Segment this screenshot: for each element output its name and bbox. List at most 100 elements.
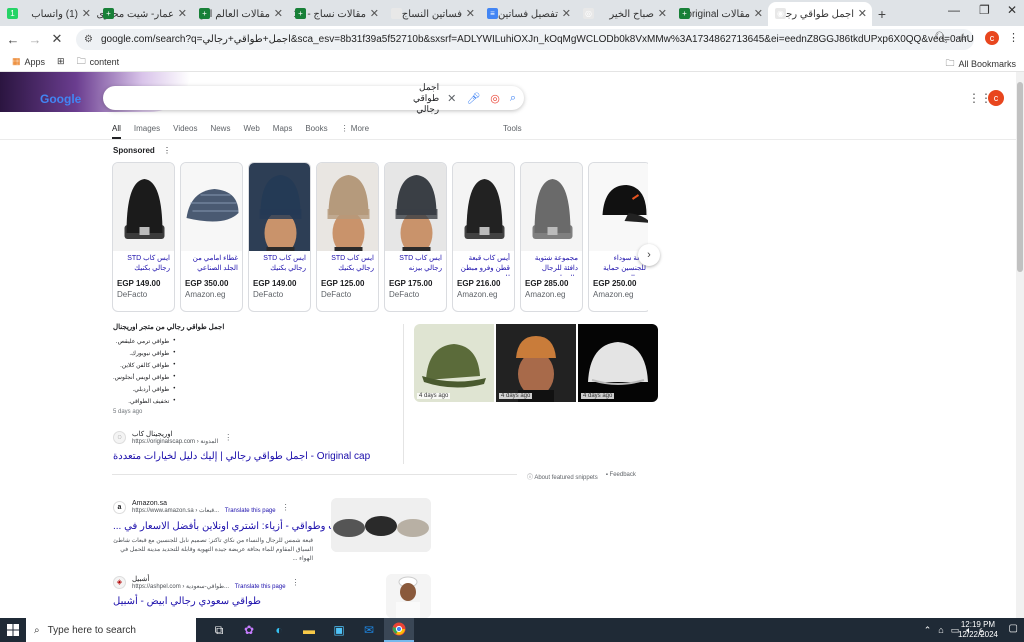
result-title-link[interactable]: طواقي سعودي رجالي ابيض - أشبيل bbox=[113, 596, 261, 607]
page-scrollbar[interactable] bbox=[1016, 72, 1024, 618]
filter-tab[interactable]: Web bbox=[243, 124, 259, 139]
new-tab-button[interactable]: + bbox=[872, 2, 892, 26]
product-card[interactable]: أيس كاب قبعة قطن وفرو مبطن للجنسين EGP 21… bbox=[452, 162, 515, 312]
menu-dots-icon[interactable]: ⋮ bbox=[1008, 31, 1019, 44]
profile-avatar[interactable]: c bbox=[985, 31, 999, 45]
tab-close-icon[interactable]: ✕ bbox=[274, 7, 283, 20]
product-card[interactable]: ايس كاب STD رجالي بكنيك EGP 125.00 DeFacto bbox=[316, 162, 379, 312]
more-options-icon[interactable]: ⋮ bbox=[282, 503, 290, 512]
product-store: Amazon.eg bbox=[185, 290, 226, 299]
tab-close-icon[interactable]: ✕ bbox=[562, 7, 571, 20]
tab-close-icon[interactable]: ✕ bbox=[858, 7, 867, 20]
zoom-icon[interactable]: 🔍︎ bbox=[934, 31, 948, 44]
browser-tab[interactable]: ≡ تفصيل فساتين ا ✕ bbox=[480, 2, 576, 26]
clock[interactable]: 12:19 PM 12/22/2024 bbox=[958, 620, 998, 640]
result-site-row[interactable]: a Amazon.sa https://www.amazon.sa › قبعا… bbox=[113, 500, 290, 514]
filter-tab[interactable]: ⋮ More bbox=[341, 124, 369, 139]
scrollbar-thumb[interactable] bbox=[1017, 82, 1023, 272]
more-options-icon[interactable]: ⋮ bbox=[292, 578, 300, 587]
account-avatar[interactable]: c bbox=[988, 90, 1004, 106]
more-options-icon[interactable]: ⋮ bbox=[224, 433, 232, 442]
tools-button[interactable]: Tools bbox=[503, 124, 522, 133]
file-explorer-icon[interactable]: ▬ bbox=[294, 618, 324, 642]
about-snippets-link[interactable]: ⓘ About featured snippets bbox=[527, 472, 598, 481]
product-card[interactable]: مجموعة شتوية دافئة للرجال والنساء من ...… bbox=[520, 162, 583, 312]
tab-close-icon[interactable]: ✕ bbox=[754, 7, 763, 20]
bookmark-apps[interactable]: ▦ Apps bbox=[12, 56, 45, 67]
product-card[interactable]: ايس كاب STD رجالي بيزنه EGP 175.00 DeFacto bbox=[384, 162, 447, 312]
store-icon[interactable]: ▣ bbox=[324, 618, 354, 642]
close-window-icon[interactable]: ✕ bbox=[1007, 3, 1017, 17]
product-card[interactable]: قبعة سوداء للجنسين حماية من الشمس...EGP … bbox=[588, 162, 648, 312]
snippet-image[interactable]: 4 days ago bbox=[578, 324, 658, 402]
carousel-next-button[interactable]: › bbox=[638, 244, 660, 266]
browser-tab[interactable]: ◎ صباح الخير ✕ bbox=[576, 2, 672, 26]
search-input[interactable]: اجمل طواقي رجالي bbox=[113, 82, 439, 115]
tab-close-icon[interactable]: ✕ bbox=[658, 7, 667, 20]
google-logo[interactable]: Google bbox=[40, 92, 81, 106]
copilot-icon[interactable]: ✿ bbox=[234, 618, 264, 642]
result-thumbnail[interactable] bbox=[386, 574, 431, 618]
all-bookmarks[interactable]: 🗀 All Bookmarks bbox=[945, 56, 1016, 72]
browser-tab[interactable]: +مقالات نساج - 15✕ bbox=[288, 2, 384, 26]
snippet-image[interactable]: 4 days ago bbox=[496, 324, 576, 402]
tab-close-icon[interactable]: ✕ bbox=[82, 7, 91, 20]
minimize-icon[interactable]: — bbox=[948, 3, 960, 17]
address-bar[interactable]: ⚙ google.com/search?q=اجمل+طواقي+رجالي&s… bbox=[76, 29, 974, 50]
browser-tab[interactable]: فساتين النساج ✕ bbox=[384, 2, 480, 26]
bookmark-star-icon[interactable]: ☆ bbox=[958, 31, 968, 44]
taskbar-search[interactable]: ⌕ Type here to search bbox=[26, 618, 196, 642]
product-card[interactable]: ايس كاب STD رجالي بكنيك EGP 149.00 DeFacto bbox=[112, 162, 175, 312]
clear-icon[interactable]: ✕ bbox=[447, 92, 456, 105]
outlook-icon[interactable]: ✉ bbox=[354, 618, 384, 642]
voice-search-icon[interactable]: 🎤︎ bbox=[466, 92, 480, 105]
bookmark-extra[interactable]: ⊞ bbox=[57, 56, 65, 67]
snippet-list-item: تخفيف الطواقي. bbox=[113, 398, 175, 405]
product-price: EGP 285.00 bbox=[525, 279, 569, 288]
start-button[interactable] bbox=[0, 624, 26, 636]
tab-close-icon[interactable]: ✕ bbox=[370, 7, 379, 20]
browser-tab[interactable]: ◉ اجمل طواقي رجا ✕ bbox=[768, 2, 872, 26]
filter-tab[interactable]: Books bbox=[305, 124, 327, 139]
edge-icon[interactable]: ◐ bbox=[264, 618, 294, 642]
search-icon[interactable]: ⌕ bbox=[510, 92, 516, 105]
back-icon[interactable]: ← bbox=[2, 32, 24, 47]
site-url: https://ashpel.com › طواقي-سعودية... Tra… bbox=[132, 584, 286, 590]
browser-tab[interactable]: + مقالات العالم الر ✕ bbox=[192, 2, 288, 26]
snippet-image[interactable]: 4 days ago bbox=[414, 324, 494, 402]
filter-tab[interactable]: Images bbox=[134, 124, 160, 139]
result-title-link[interactable]: قبعات وطواقي - أزياء: اشتري اونلاين بأفض… bbox=[113, 521, 353, 532]
browser-tab[interactable]: + مقالات original ✕ bbox=[672, 2, 768, 26]
network-icon[interactable]: ⌂ bbox=[938, 625, 943, 635]
lens-icon[interactable]: ◎ bbox=[490, 92, 500, 105]
tab-close-icon[interactable]: ✕ bbox=[178, 7, 187, 20]
browser-tab[interactable]: 1 (1) واتساب ✕ bbox=[0, 2, 96, 26]
filter-tab[interactable]: All bbox=[112, 124, 121, 139]
chrome-icon[interactable] bbox=[384, 618, 414, 642]
tray-chevron-icon[interactable]: ⌃ bbox=[924, 625, 932, 636]
more-options-icon[interactable]: ⋮ bbox=[163, 146, 171, 155]
translate-link[interactable]: Translate this page bbox=[225, 508, 276, 514]
task-view-icon[interactable]: ⧉ bbox=[204, 618, 234, 642]
apps-grid-icon: ▦ bbox=[12, 56, 21, 66]
filter-tab[interactable]: News bbox=[210, 124, 230, 139]
filter-tab[interactable]: Maps bbox=[273, 124, 293, 139]
result-thumbnail[interactable] bbox=[331, 498, 431, 552]
search-box[interactable]: اجمل طواقي رجالي ✕ 🎤︎ ◎ ⌕ bbox=[103, 82, 524, 114]
browser-tab[interactable]: + عمار- شيت محتوى ✕ bbox=[96, 2, 192, 26]
product-card[interactable]: ايس كاب STD رجالي بكنيك EGP 149.00 DeFacto bbox=[248, 162, 311, 312]
stop-icon[interactable]: ✕ bbox=[46, 31, 68, 47]
restore-icon[interactable]: ❐ bbox=[979, 3, 990, 17]
translate-link[interactable]: Translate this page bbox=[235, 584, 286, 590]
result-title-link[interactable]: Original cap - اجمل طواقي رجالي | إليك د… bbox=[113, 451, 370, 462]
forward-icon[interactable]: → bbox=[24, 32, 46, 47]
filter-tab[interactable]: Videos bbox=[173, 124, 197, 139]
result-site-row[interactable]: ◈ أشبيل https://ashpel.com › طواقي-سعودي… bbox=[113, 575, 300, 590]
product-card[interactable]: غطاء امامي من الجلد الصناعي بربيه ... EGP… bbox=[180, 162, 243, 312]
site-info-icon[interactable]: ⚙ bbox=[84, 34, 93, 45]
notifications-icon[interactable]: ▢ bbox=[1009, 623, 1018, 634]
bookmark-folder-content[interactable]: 🗀 content bbox=[77, 54, 120, 70]
tab-close-icon[interactable]: ✕ bbox=[466, 7, 475, 20]
feedback-link[interactable]: ▪ Feedback bbox=[606, 472, 636, 481]
result-site-row[interactable]: ◌ اوريجينال كاب https://originalscap.com… bbox=[113, 430, 232, 445]
